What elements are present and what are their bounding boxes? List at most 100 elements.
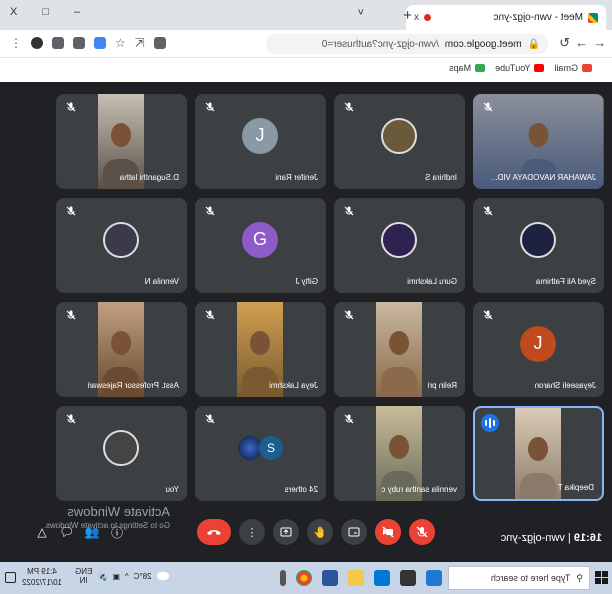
new-tab-button[interactable]: + bbox=[403, 7, 412, 24]
chat-button[interactable]: 🗨 bbox=[59, 524, 75, 540]
sidebar-icon[interactable] bbox=[52, 37, 64, 49]
profile-photo-avatar bbox=[103, 429, 140, 466]
participant-tile[interactable]: Jeya Lakshmi bbox=[195, 302, 326, 397]
participant-body bbox=[520, 473, 557, 501]
participant-video bbox=[515, 408, 562, 501]
participant-name: Jeya Lakshmi bbox=[269, 381, 318, 390]
tab-search-icon[interactable]: ˅ bbox=[358, 7, 364, 19]
lock-icon: 🔒 bbox=[527, 38, 540, 50]
language-indicator[interactable]: ENG IN bbox=[75, 567, 92, 585]
share-icon[interactable]: ⇱ bbox=[135, 36, 145, 50]
notifications-icon[interactable] bbox=[5, 572, 16, 583]
tab-bar: Meet - vwn-ojgz-ync x + ˅ – □ X bbox=[0, 0, 612, 30]
people-button[interactable]: 👥 bbox=[84, 524, 100, 540]
participant-tile[interactable]: J Jeyaseeli Sharon bbox=[473, 302, 604, 397]
participant-tile[interactable]: Deepika T bbox=[473, 406, 604, 501]
weather-temp[interactable]: 28°C bbox=[134, 572, 152, 581]
back-button[interactable]: ← bbox=[593, 35, 606, 50]
mic-off-button[interactable] bbox=[409, 519, 435, 545]
raise-hand-button[interactable]: ✋ bbox=[307, 519, 333, 545]
taskbar-clock[interactable]: 4:19 PM 10/17/2022 bbox=[22, 566, 62, 588]
mic-muted-icon bbox=[205, 102, 215, 112]
participant-tile[interactable]: G Gifty J bbox=[195, 198, 326, 293]
meeting-time: 16:19 bbox=[573, 532, 602, 544]
camera-permission-icon[interactable] bbox=[153, 37, 166, 49]
participant-name: You bbox=[165, 485, 180, 494]
participant-tile[interactable]: J Jenifer Rani bbox=[195, 94, 326, 189]
forward-button[interactable]: → bbox=[575, 35, 588, 50]
mic-muted-icon bbox=[344, 102, 354, 112]
edge-app-icon[interactable] bbox=[374, 570, 390, 586]
info-button[interactable]: ⓘ bbox=[109, 524, 125, 540]
bookmark-maps[interactable]: Maps bbox=[449, 63, 486, 73]
chrome-second-window-icon[interactable] bbox=[280, 570, 286, 586]
more-vert-icon: ⋮ bbox=[246, 526, 258, 539]
toolbar-icons: ⇱ ☆ ⋮ bbox=[10, 36, 166, 50]
tab-close-icon[interactable]: x bbox=[414, 12, 419, 23]
file-explorer-icon[interactable] bbox=[348, 570, 364, 586]
maximize-button[interactable]: □ bbox=[42, 6, 49, 18]
present-button[interactable] bbox=[273, 519, 299, 545]
participant-tile[interactable]: D.Suganthi latha bbox=[56, 94, 187, 189]
activities-button[interactable]: △ bbox=[34, 524, 50, 540]
mic-muted-icon bbox=[66, 102, 76, 112]
reload-button[interactable]: ↻ bbox=[559, 35, 570, 51]
browser-menu-icon[interactable]: ⋮ bbox=[10, 36, 22, 50]
captions-button[interactable] bbox=[341, 519, 367, 545]
participant-tile[interactable]: vennila santha ruby c bbox=[334, 406, 465, 501]
mic-muted-icon bbox=[483, 102, 493, 112]
participant-face bbox=[111, 122, 132, 147]
mic-off-icon bbox=[416, 526, 428, 538]
participant-tile[interactable]: Guru Lakshmi bbox=[334, 198, 465, 293]
participant-face bbox=[528, 122, 549, 147]
participant-tile[interactable]: JAWAHAR NAVODAYA VID... bbox=[473, 94, 604, 189]
more-options-button[interactable]: ⋮ bbox=[239, 519, 265, 545]
leave-call-button[interactable] bbox=[197, 519, 231, 545]
bookmark-label: YouTube bbox=[495, 63, 531, 73]
tray-overflow-icon[interactable]: ^ bbox=[125, 572, 129, 581]
network-icon[interactable]: ▣ bbox=[112, 572, 120, 581]
participant-tile[interactable]: Asst. Professor Rajeswari bbox=[56, 302, 187, 397]
participant-tile[interactable]: Indhira S bbox=[334, 94, 465, 189]
volume-icon[interactable]: 🔊 bbox=[97, 572, 107, 581]
screen: Meet - vwn-ojgz-ync x + ˅ – □ X ← → ↻ 🔒 … bbox=[0, 0, 612, 594]
weather-icon bbox=[156, 572, 169, 580]
chrome-app-icon[interactable] bbox=[296, 570, 312, 586]
people-icon: 👥 bbox=[84, 525, 100, 539]
participant-tile[interactable]: Vennila N bbox=[56, 198, 187, 293]
participant-tile[interactable]: You bbox=[56, 406, 187, 501]
windows-start-icon[interactable] bbox=[595, 571, 608, 584]
participant-name: Guru Lakshmi bbox=[407, 277, 457, 286]
activities-icon: △ bbox=[37, 525, 47, 539]
task-view-icon[interactable] bbox=[400, 570, 416, 586]
address-bar[interactable]: 🔒 meet.google.com/vwn-ojgz-ync?authuser=… bbox=[266, 34, 548, 54]
taskbar-search[interactable]: ⚲ Type here to search bbox=[448, 566, 590, 590]
cortana-app-icon[interactable] bbox=[426, 570, 442, 586]
participant-tile[interactable]: Relin pri bbox=[334, 302, 465, 397]
bookmark-label: Maps bbox=[449, 63, 472, 73]
close-window-button[interactable]: X bbox=[10, 6, 17, 18]
initial-avatar: S bbox=[258, 435, 283, 460]
tab-meet[interactable]: Meet - vwn-ojgz-ync x bbox=[406, 5, 606, 30]
search-placeholder: Type here to search bbox=[490, 573, 571, 583]
mic-muted-icon bbox=[205, 206, 215, 216]
participant-name: D.Suganthi latha bbox=[119, 173, 179, 182]
extension-icon[interactable] bbox=[94, 37, 106, 49]
recording-dot-icon bbox=[424, 14, 431, 21]
profile-avatar-icon[interactable] bbox=[31, 37, 43, 49]
meeting-separator: | bbox=[567, 532, 571, 544]
bookmark-gmail[interactable]: Gmail bbox=[554, 63, 592, 73]
participant-name: Asst. Professor Rajeswari bbox=[87, 381, 179, 390]
word-app-icon[interactable] bbox=[322, 570, 338, 586]
camera-off-button[interactable] bbox=[375, 519, 401, 545]
bookmark-youtube[interactable]: YouTube bbox=[495, 63, 545, 73]
puzzle-icon[interactable] bbox=[73, 37, 85, 49]
participant-tile[interactable]: S 24 others bbox=[195, 406, 326, 501]
bookmark-star-icon[interactable]: ☆ bbox=[115, 36, 126, 50]
minimize-button[interactable]: – bbox=[74, 6, 80, 18]
windows-taskbar: ⚲ Type here to search 28°C ^ ▣ 🔊 ENG IN … bbox=[0, 562, 612, 594]
participant-name: Relin pri bbox=[427, 381, 457, 390]
initial-avatar: G bbox=[242, 221, 279, 258]
participant-name: Indhira S bbox=[424, 173, 457, 182]
participant-tile[interactable]: Syed Ali Fathima bbox=[473, 198, 604, 293]
